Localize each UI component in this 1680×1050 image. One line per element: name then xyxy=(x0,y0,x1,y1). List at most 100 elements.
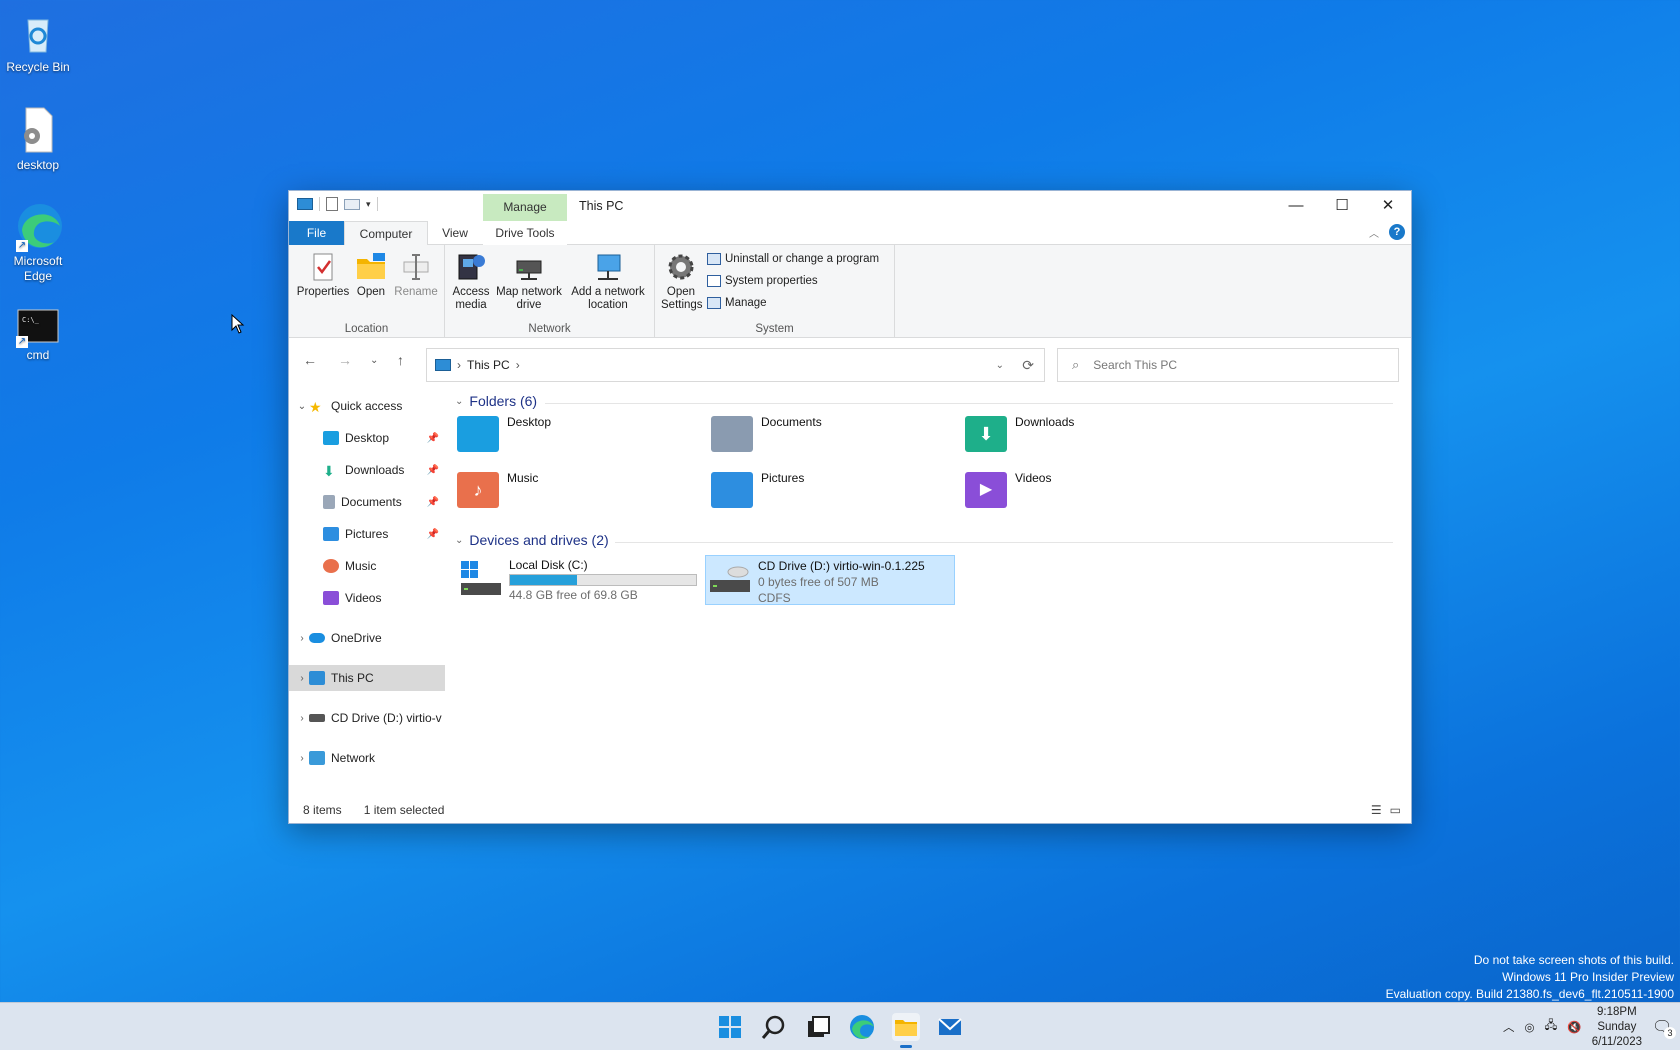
properties-button[interactable]: Properties xyxy=(295,249,351,299)
nav-cd-drive[interactable]: › CD Drive (D:) virtio-v xyxy=(289,705,445,731)
download-icon: ⬇ xyxy=(323,463,335,479)
breadcrumb-this-pc[interactable]: This PC xyxy=(467,358,510,372)
rename-button[interactable]: Rename xyxy=(393,249,439,299)
devices-section-header[interactable]: ⌄ Devices and drives (2) xyxy=(455,532,609,548)
drive-local-disk-c[interactable]: Local Disk (C:) 44.8 GB free of 69.8 GB xyxy=(457,555,707,605)
forward-arrow-icon[interactable]: → xyxy=(338,352,352,368)
pin-icon: 📌 xyxy=(426,464,439,476)
folder-documents[interactable]: Documents xyxy=(711,411,951,457)
manage-button[interactable]: Manage xyxy=(707,297,767,309)
status-bar: 8 items 1 item selected ☰ ▭ xyxy=(289,797,1411,823)
tab-file[interactable]: File xyxy=(289,221,344,245)
expand-chevron-icon[interactable]: › xyxy=(295,633,309,644)
hard-drive-icon xyxy=(459,559,501,599)
map-network-drive-button[interactable]: Map network drive xyxy=(493,249,565,312)
desktop-icon-label: Microsoft Edge xyxy=(13,254,63,283)
navigation-pane: ⌄ ★ Quick access Desktop 📌 ⬇ Downloads 📌… xyxy=(289,387,445,787)
nav-network[interactable]: › Network xyxy=(289,745,445,771)
search-input[interactable]: ⌕ Search This PC xyxy=(1057,348,1399,382)
nav-item-desktop[interactable]: Desktop 📌 xyxy=(289,425,445,451)
notifications-button[interactable]: 🗨 3 xyxy=(1652,1017,1676,1039)
recent-locations-chevron-icon[interactable]: ⌄ xyxy=(370,355,378,366)
desktop-icon-edge[interactable]: ↗ Microsoft Edge xyxy=(0,202,76,284)
expand-chevron-icon[interactable]: ⌄ xyxy=(295,401,309,412)
expand-chevron-icon[interactable]: › xyxy=(295,713,309,724)
desktop-icon-recycle-bin[interactable]: Recycle Bin xyxy=(0,8,76,74)
search-icon[interactable] xyxy=(760,1013,788,1041)
folder-downloads[interactable]: ⬇ Downloads xyxy=(965,411,1205,457)
clock[interactable]: 9:18PM Sunday 6/11/2023 xyxy=(1592,1005,1642,1050)
star-icon: ★ xyxy=(309,399,322,415)
large-icons-view-icon[interactable]: ▭ xyxy=(1390,803,1401,817)
drive-usage-bar xyxy=(509,574,697,586)
ribbon-group-network: Access media Map network drive Add a net… xyxy=(445,245,655,338)
network-status-icon[interactable]: 🖧 xyxy=(1545,1018,1558,1037)
customize-qat-chevron-icon[interactable]: ▾ xyxy=(366,199,371,210)
address-bar[interactable]: › This PC › ⌄ ⟳ xyxy=(426,348,1045,382)
system-properties-button[interactable]: System properties xyxy=(707,275,818,287)
group-label-system: System xyxy=(755,323,794,335)
desktop-icon-label: Recycle Bin xyxy=(6,60,70,74)
folder-pictures[interactable]: Pictures xyxy=(711,467,951,513)
details-view-icon[interactable]: ☰ xyxy=(1371,803,1382,817)
gear-icon xyxy=(665,251,697,283)
nav-item-documents[interactable]: Documents 📌 xyxy=(289,489,445,515)
edge-icon[interactable] xyxy=(848,1013,876,1041)
nav-item-pictures[interactable]: Pictures 📌 xyxy=(289,521,445,547)
system-properties-icon xyxy=(707,275,721,287)
shortcut-arrow-icon: ↗ xyxy=(16,336,28,348)
access-media-button[interactable]: Access media xyxy=(449,249,493,312)
uninstall-program-button[interactable]: Uninstall or change a program xyxy=(707,253,879,265)
window-controls: — ☐ ✕ xyxy=(1273,191,1411,221)
address-dropdown-chevron-icon[interactable]: ⌄ xyxy=(996,360,1004,371)
folders-section-header[interactable]: ⌄ Folders (6) xyxy=(455,393,537,409)
videos-icon xyxy=(323,591,339,605)
file-explorer-icon[interactable] xyxy=(892,1013,920,1048)
tab-drive-tools[interactable]: Drive Tools xyxy=(483,221,567,245)
drive-cd-d[interactable]: CD Drive (D:) virtio-win-0.1.225 0 bytes… xyxy=(705,555,955,605)
volume-muted-icon[interactable]: 🔇 xyxy=(1567,1020,1581,1034)
pin-icon: 📌 xyxy=(426,528,439,540)
breadcrumb-separator-icon: › xyxy=(515,358,520,372)
nav-item-downloads[interactable]: ⬇ Downloads 📌 xyxy=(289,457,445,483)
collapse-ribbon-chevron-icon[interactable]: ︿ xyxy=(1369,225,1379,240)
drive-filesystem: CDFS xyxy=(758,591,791,605)
quick-access-toolbar: ▾ xyxy=(297,197,378,211)
nav-item-music[interactable]: Music xyxy=(289,553,445,579)
desktop-icon-desktop[interactable]: desktop xyxy=(0,106,76,172)
folder-music[interactable]: ♪ Music xyxy=(457,467,697,513)
content-pane: ⌄ Folders (6) Desktop Documents ⬇ Downlo… xyxy=(445,387,1411,787)
new-folder-qat-button[interactable] xyxy=(344,198,360,210)
open-button[interactable]: Open xyxy=(351,249,391,299)
folder-videos[interactable]: ▶ Videos xyxy=(965,467,1205,513)
expand-chevron-icon[interactable]: › xyxy=(295,753,309,764)
nav-onedrive[interactable]: › OneDrive xyxy=(289,625,445,651)
videos-folder-icon: ▶ xyxy=(965,472,1007,508)
add-network-location-button[interactable]: Add a network location xyxy=(567,249,649,312)
task-view-icon[interactable] xyxy=(804,1013,832,1041)
open-settings-button[interactable]: Open Settings xyxy=(659,249,703,312)
window-title: This PC xyxy=(579,199,624,213)
expand-chevron-icon[interactable]: › xyxy=(295,673,309,684)
start-windows-icon[interactable] xyxy=(716,1013,744,1041)
selection-count: 1 item selected xyxy=(363,803,445,817)
meet-now-icon[interactable]: ◎ xyxy=(1524,1020,1534,1034)
help-icon[interactable]: ? xyxy=(1389,224,1405,240)
up-arrow-icon[interactable]: ↑ xyxy=(397,352,404,368)
maximize-button[interactable]: ☐ xyxy=(1319,191,1365,221)
tab-computer[interactable]: Computer xyxy=(344,221,428,246)
desktop-icon-cmd[interactable]: C:\_ ↗ cmd xyxy=(0,306,76,362)
nav-quick-access[interactable]: ⌄ ★ Quick access xyxy=(289,393,445,419)
close-button[interactable]: ✕ xyxy=(1365,191,1411,221)
refresh-icon[interactable]: ⟳ xyxy=(1022,357,1034,374)
nav-this-pc[interactable]: › This PC xyxy=(289,665,445,691)
mail-icon[interactable] xyxy=(936,1013,964,1041)
network-icon xyxy=(309,751,325,765)
tab-view[interactable]: View xyxy=(428,221,482,245)
folder-desktop[interactable]: Desktop xyxy=(457,411,697,457)
show-hidden-icons-chevron-icon[interactable]: ︿ xyxy=(1503,1019,1515,1035)
back-arrow-icon[interactable]: ← xyxy=(303,352,317,368)
nav-item-videos[interactable]: Videos xyxy=(289,585,445,611)
properties-qat-button[interactable] xyxy=(326,197,338,211)
minimize-button[interactable]: — xyxy=(1273,191,1319,221)
